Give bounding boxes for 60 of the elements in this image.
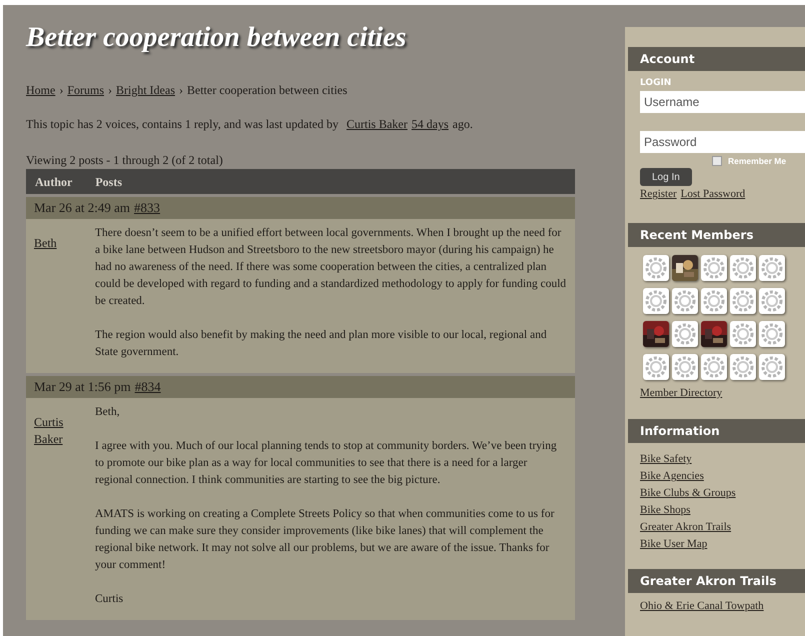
page-title: Better cooperation between cities: [26, 21, 408, 55]
breadcrumb-separator: ›: [108, 82, 112, 99]
post-paragraph: There doesn’t seem to be a unified effort between local governments. When I brought up the need for a bike lane between Hudson and Streetsboro to the new streetsboro mayor (during his campaign) he had no awareness of the need. If there was some cooperation between the cities, a centralized plan could be developed with regard to funding and a standardized methodology to apply for funding could be created.: [95, 226, 567, 309]
avatar-icon[interactable]: [672, 288, 698, 314]
section-heading: Recent Members: [628, 222, 805, 247]
information-link[interactable]: Bike Clubs & Groups: [640, 485, 736, 502]
topic-info: This topic has 2 voices, contains 1 reply, and was last updated by: [26, 116, 338, 133]
information-link[interactable]: Bike User Map: [640, 536, 708, 554]
information-link[interactable]: Bike Safety: [640, 451, 692, 468]
breadcrumb-separator: ›: [179, 82, 184, 99]
section-heading: Greater Akron Trails: [628, 569, 805, 594]
post-paragraph: Curtis: [95, 592, 124, 607]
post-permalink[interactable]: #833: [134, 198, 160, 218]
avatar-icon[interactable]: [701, 288, 727, 314]
trail-link[interactable]: Ohio & Erie Canal Towpath: [640, 598, 764, 615]
date-link[interactable]: 54 days: [412, 115, 448, 133]
account-link[interactable]: Register: [640, 186, 677, 203]
column-heading: Posts: [95, 174, 122, 190]
avatar-icon[interactable]: [759, 320, 785, 347]
avatar-icon[interactable]: [759, 288, 785, 314]
post-paragraph: The region would also benefit by making the need and plan more visible to our local, regional and State government.: [95, 328, 548, 360]
post-paragraph: I agree with you. Much of our local planning tends to stop at community borders. We’ve been trying to promote our bike plan as a way for local communities to see that there is a need for a larger regional connection. I think communities are starting to see the big picture.: [95, 439, 558, 488]
author-link[interactable]: Curtis Baker: [34, 414, 84, 448]
post-paragraph: AMATS is working on creating a Complete Streets Policy so that when communities come to us for funding we can make sure they consider improvements (like bike lanes) that will complement the regional bike network. It may not solve all our problems, but we are aware of the issue. Thanks for your comment!: [95, 507, 556, 573]
breadcrumb-link[interactable]: Forums: [67, 81, 104, 99]
avatar-icon[interactable]: [730, 254, 756, 281]
post-date: Mar 26 at 2:49 am: [34, 199, 130, 218]
author-link[interactable]: Beth: [34, 235, 84, 252]
viewing-count: Viewing 2 posts - 1 through 2 (of 2 total): [26, 152, 224, 169]
account-link[interactable]: Lost Password: [680, 186, 746, 203]
member-directory-link[interactable]: Member Directory: [640, 386, 722, 399]
avatar-icon[interactable]: [730, 288, 756, 314]
avatar-icon[interactable]: [701, 354, 727, 380]
breadcrumb-link[interactable]: Home: [26, 81, 56, 99]
author-link[interactable]: Curtis Baker: [346, 115, 408, 133]
avatar-icon[interactable]: [759, 354, 785, 380]
post-permalink[interactable]: #834: [134, 377, 161, 397]
avatar-icon[interactable]: [672, 354, 698, 380]
avatar-icon[interactable]: [730, 354, 756, 380]
avatar-icon[interactable]: [759, 254, 785, 281]
breadcrumb-separator: ›: [59, 82, 64, 99]
topic-info-end: ago.: [452, 116, 473, 133]
breadcrumb-link[interactable]: Bright Ideas: [116, 81, 176, 99]
avatar-icon[interactable]: [643, 288, 669, 314]
remember-me-label: Remember Me: [728, 154, 786, 168]
password-field[interactable]: Password: [640, 130, 805, 152]
avatar-icon[interactable]: [643, 354, 669, 380]
post-date: Mar 29 at 1:56 pm: [34, 378, 131, 396]
information-link[interactable]: Bike Agencies: [640, 468, 704, 486]
information-link[interactable]: Bike Shops: [640, 502, 690, 520]
login-label: LOGIN: [640, 77, 672, 90]
breadcrumb-current: Better cooperation between cities: [187, 82, 348, 99]
section-heading: Account: [628, 47, 805, 71]
section-heading: Information: [628, 419, 805, 444]
remember-me-checkbox[interactable]: [712, 156, 722, 166]
username-field[interactable]: Username: [640, 90, 805, 112]
column-heading: Author: [35, 174, 72, 190]
information-link[interactable]: Greater Akron Trails: [640, 519, 732, 536]
login-button[interactable]: Log In: [640, 168, 692, 186]
post-paragraph: Beth,: [95, 405, 121, 420]
